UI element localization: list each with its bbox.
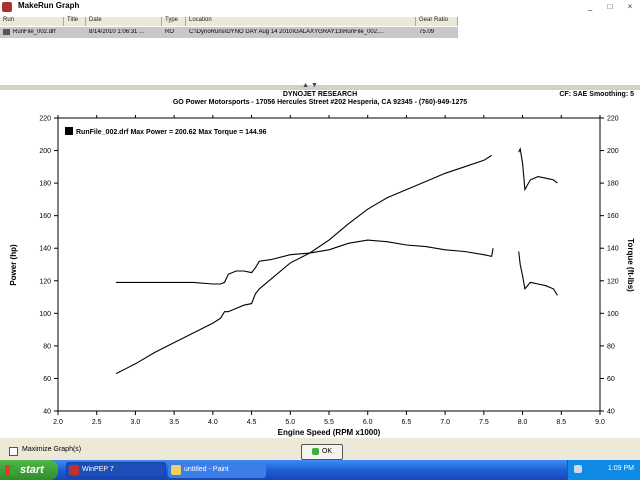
windows-flag-icon [5, 465, 15, 475]
x-tick-label: 5.5 [324, 419, 334, 426]
x-tick-label: 6.5 [402, 419, 412, 426]
cell-location: C:\DynoRuns\DYNO DAY Aug 14 2010\GALAXYG… [189, 29, 384, 35]
y2-tick-label: 200 [607, 148, 619, 155]
y2-tick-label: 180 [607, 181, 619, 188]
column-header-type[interactable]: Type [162, 17, 186, 26]
y2-tick-label: 160 [607, 213, 619, 220]
y-tick-label: 100 [39, 311, 51, 318]
y2-tick-label: 220 [607, 116, 619, 123]
run-list: Run Title Date Type Location Gear Ratio … [0, 14, 640, 85]
taskbar-item-label: WinPEP 7 [82, 466, 114, 473]
app-icon [2, 2, 12, 12]
y2-tick-label: 40 [607, 409, 615, 416]
x-tick-label: 4.5 [247, 419, 257, 426]
y-axis-label: Power (hp) [9, 244, 18, 286]
column-header-title[interactable]: Title [64, 17, 86, 26]
column-header-gear-ratio[interactable]: Gear Ratio [416, 17, 458, 26]
system-tray: 1:09 PM [567, 460, 640, 480]
x-tick-label: 3.5 [169, 419, 179, 426]
y2-tick-label: 60 [607, 376, 615, 383]
x-tick-label: 4.0 [208, 419, 218, 426]
y2-tick-label: 140 [607, 246, 619, 253]
y-tick-label: 200 [39, 148, 51, 155]
y-tick-label: 40 [43, 409, 51, 416]
column-header-location[interactable]: Location [186, 17, 416, 26]
taskbar-item-paint[interactable]: untitled - Paint [168, 462, 266, 478]
ok-icon [311, 447, 319, 455]
x-tick-label: 2.0 [53, 419, 63, 426]
column-header-run[interactable]: Run [0, 17, 64, 26]
y-tick-label: 120 [39, 278, 51, 285]
x-tick-label: 7.0 [440, 419, 450, 426]
run-color-swatch [3, 29, 10, 35]
x-tick-label: 2.5 [92, 419, 102, 426]
dyno-chart: 2.0 2.5 3.0 3.5 4.0 4.5 5.0 5.5 6.0 6.5 7.0 7.5 8.0 8… [9, 115, 635, 437]
x-tick-label: 3.0 [131, 419, 141, 426]
bottom-bar: Maximize Graph(s) OK [0, 438, 640, 460]
legend-label: RunFile_002.drf Max Power = 200.62 Max T… [76, 129, 267, 136]
close-button[interactable]: × [620, 0, 640, 13]
cell-type: RO [165, 29, 174, 35]
x-axis-label: Engine Speed (RPM x1000) [278, 428, 381, 437]
paint-icon [171, 465, 181, 475]
splitter-arrows-icon: ▲ ▼ [302, 82, 318, 89]
cell-gear-ratio: 75.09 [419, 29, 435, 35]
y-tick-label: 60 [43, 376, 51, 383]
maximize-button[interactable]: □ [600, 0, 620, 13]
taskbar-item-winpep[interactable]: WinPEP 7 [66, 462, 166, 478]
start-label: start [20, 464, 44, 476]
graph-panel: DYNOJET RESEARCH GO Power Motorsports - … [0, 90, 640, 438]
winpep-icon [69, 465, 79, 475]
start-button[interactable]: start [0, 460, 58, 480]
y-tick-label: 220 [39, 116, 51, 123]
clock: 1:09 PM [607, 465, 634, 472]
window-title: MakeRun Graph [18, 1, 80, 10]
y-tick-label: 140 [39, 246, 51, 253]
x-tick-label: 9.0 [595, 419, 605, 426]
x-tick-label: 6.0 [363, 419, 373, 426]
maximize-label: Maximize Graph(s) [22, 446, 82, 453]
y2-tick-label: 120 [607, 278, 619, 285]
titlebar: MakeRun Graph _ □ × [0, 0, 640, 14]
x-tick-label: 8.0 [518, 419, 528, 426]
legend-swatch [65, 127, 73, 135]
y-tick-label: 160 [39, 213, 51, 220]
tray-icon[interactable] [574, 465, 582, 473]
minimize-button[interactable]: _ [580, 0, 600, 13]
x-tick-label: 8.5 [556, 419, 566, 426]
ok-label: OK [321, 448, 333, 455]
y2-tick-label: 80 [607, 343, 615, 350]
taskbar: start WinPEP 7 untitled - Paint 1:09 PM [0, 460, 640, 480]
x-tick-label: 7.5 [479, 419, 489, 426]
y-tick-label: 80 [43, 343, 51, 350]
x-tick-label: 5.0 [285, 419, 295, 426]
plot-area [57, 117, 601, 412]
y2-axis-label: Torque (ft-lbs) [626, 238, 635, 292]
cell-run: RunFile_002.drf [13, 29, 56, 35]
y-tick-label: 180 [39, 181, 51, 188]
taskbar-item-label: untitled - Paint [184, 466, 229, 473]
maximize-checkbox[interactable] [9, 447, 18, 456]
cell-date: 8/14/2010 1:06:31 ... [89, 29, 145, 35]
ok-button[interactable]: OK [301, 444, 343, 460]
column-header-date[interactable]: Date [86, 17, 162, 26]
y2-tick-label: 100 [607, 311, 619, 318]
